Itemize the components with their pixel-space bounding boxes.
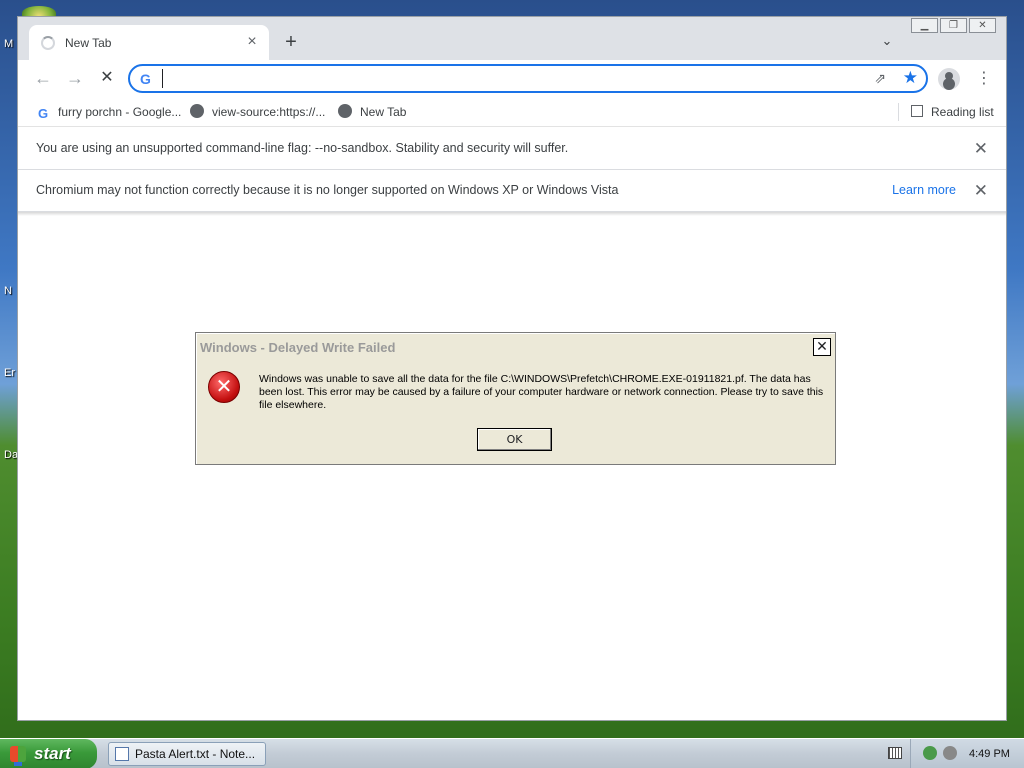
content-divider [18, 212, 1006, 216]
dialog-title: Windows - Delayed Write Failed [200, 340, 396, 355]
close-icon[interactable]: ✕ [974, 139, 988, 159]
infobar-text: You are using an unsupported command-lin… [36, 141, 569, 155]
taskbar-item-label: Pasta Alert.txt - Note... [135, 747, 256, 761]
google-icon: G [37, 106, 49, 121]
tab-search-chevron-icon[interactable]: ⌄ [878, 33, 896, 51]
infobar-unsupported-os: Chromium may not function correctly beca… [18, 170, 1006, 212]
address-bar[interactable]: G ⇗ ★ [128, 64, 928, 93]
taskbar: start Pasta Alert.txt - Note... 4:49 PM [0, 738, 1024, 768]
bookmark-item[interactable]: New Tab [338, 103, 406, 121]
dialog-close-button[interactable]: ✕ [813, 338, 831, 356]
notepad-icon [115, 747, 129, 761]
bookmark-label: view-source:https://... [212, 105, 326, 119]
tab-strip: New Tab × + ⌄ ▁ ❐ ✕ [18, 17, 1006, 60]
windows-logo-icon [10, 746, 26, 762]
minimize-button[interactable]: ▁ [911, 18, 938, 33]
keyboard-icon[interactable] [888, 747, 902, 759]
clock: 4:49 PM [969, 748, 1010, 760]
infobar-text: Chromium may not function correctly beca… [36, 183, 619, 197]
profile-avatar-icon[interactable] [938, 68, 960, 90]
bookmark-item[interactable]: Gfurry porchn - Google... [36, 103, 181, 121]
dialog-message: Windows was unable to save all the data … [259, 373, 824, 411]
window-close-button[interactable]: ✕ [969, 18, 996, 33]
bookmark-label: New Tab [360, 105, 407, 119]
restore-button[interactable]: ❐ [940, 18, 967, 33]
close-icon[interactable]: × [243, 33, 261, 51]
bookmark-item[interactable]: view-source:https://... [190, 103, 325, 121]
globe-icon [190, 104, 204, 118]
tab-title: New Tab [65, 36, 112, 50]
forward-button[interactable]: → [64, 68, 86, 90]
desktop-label-fragment[interactable]: M [4, 38, 13, 50]
globe-icon [338, 104, 352, 118]
bookmark-star-icon[interactable]: ★ [903, 68, 918, 88]
reading-list-icon [911, 105, 923, 117]
error-icon: ✕ [208, 371, 240, 403]
share-icon[interactable]: ⇗ [874, 70, 886, 87]
learn-more-link[interactable]: Learn more [892, 183, 956, 197]
ok-button[interactable]: OK [477, 428, 552, 451]
volume-icon[interactable] [943, 746, 957, 760]
close-icon[interactable]: ✕ [974, 181, 988, 201]
infobar-sandbox-warning: You are using an unsupported command-lin… [18, 128, 1006, 170]
start-button[interactable]: start [0, 739, 97, 768]
loading-spinner-icon [41, 36, 55, 50]
desktop-label-fragment[interactable]: Da [4, 449, 18, 461]
address-input[interactable] [162, 69, 852, 88]
reading-list-button[interactable]: Reading list [898, 103, 994, 121]
security-shield-icon[interactable] [923, 746, 937, 760]
google-icon: G [140, 71, 151, 87]
new-tab-button[interactable]: + [280, 31, 302, 53]
taskbar-item-notepad[interactable]: Pasta Alert.txt - Note... [108, 742, 266, 766]
system-tray: 4:49 PM [910, 739, 1024, 768]
bookmarks-bar: Gfurry porchn - Google... view-source:ht… [18, 97, 1006, 127]
stop-button[interactable]: ✕ [96, 68, 118, 90]
browser-toolbar: ← → ✕ G ⇗ ★ ⋮ [18, 60, 1006, 97]
back-button[interactable]: ← [32, 68, 54, 90]
error-dialog: Windows - Delayed Write Failed ✕ ✕ Windo… [195, 332, 836, 465]
reading-list-label: Reading list [931, 105, 994, 119]
desktop-label-fragment[interactable]: Er [4, 367, 15, 379]
menu-dots-icon[interactable]: ⋮ [976, 68, 992, 90]
desktop-label-fragment[interactable]: N [4, 285, 12, 297]
tab-new-tab[interactable]: New Tab × [29, 25, 269, 60]
bookmark-label: furry porchn - Google... [58, 105, 182, 119]
start-label: start [34, 744, 71, 763]
